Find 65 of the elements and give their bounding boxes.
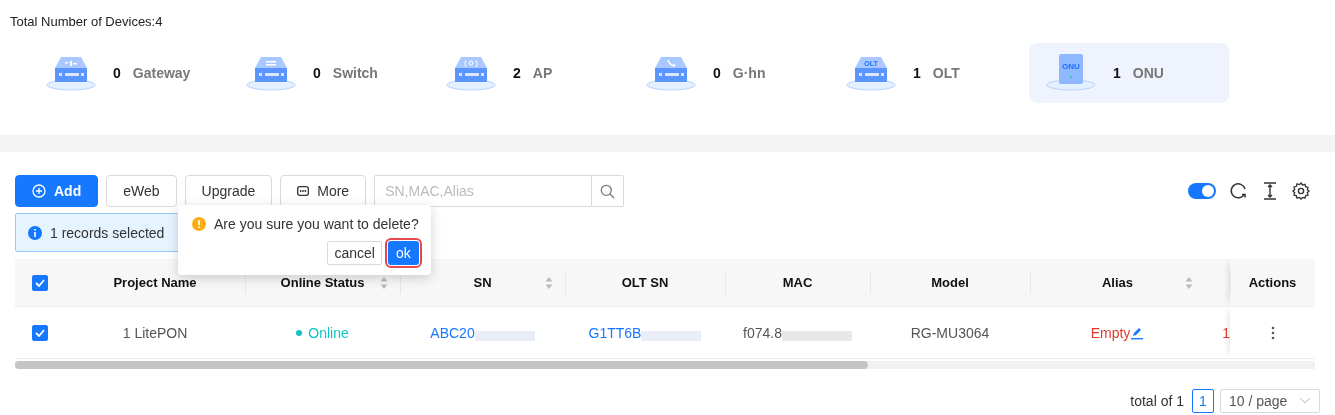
device-type-label: Gateway <box>132 65 191 81</box>
edit-icon[interactable] <box>1130 325 1145 340</box>
row-checkbox[interactable] <box>32 324 48 341</box>
device-count: 1 <box>913 65 921 81</box>
search-field[interactable]: SN,MAC,Alias <box>374 175 593 207</box>
column-header: OLT SN <box>621 275 669 290</box>
column-header: Actions <box>1248 275 1297 290</box>
search-icon <box>600 183 616 199</box>
device-total-label: Total Number of Devices:4 <box>10 14 164 29</box>
device-type-label: Switch <box>332 65 378 81</box>
table-cell: 1 LitePON <box>122 324 188 341</box>
sn-link[interactable]: ABC20 <box>430 324 475 341</box>
device-count: 0 <box>713 65 721 81</box>
pagination-total: total of 1 <box>1130 393 1184 409</box>
device-type-card[interactable]: 0 Gateway <box>29 43 229 103</box>
device-count: 1 <box>1113 65 1121 81</box>
status-text: Online <box>308 324 349 341</box>
device-type-label: AP <box>532 65 553 81</box>
chevron-down-icon <box>1299 397 1311 405</box>
refresh-icon[interactable] <box>1230 182 1248 200</box>
selection-count-text: 1 records selected <box>50 224 165 241</box>
table-cell: RG-MU3064 <box>910 324 990 341</box>
confirm-message: Are you sure you want to delete? <box>214 216 419 232</box>
checkmark-icon <box>35 278 45 287</box>
device-count: 0 <box>113 65 121 81</box>
more-button[interactable]: More <box>280 175 367 207</box>
settings-icon[interactable] <box>1292 182 1310 200</box>
ok-button[interactable]: ok <box>387 241 419 265</box>
column-header: Project Name <box>113 275 197 290</box>
horizontal-scrollbar[interactable] <box>15 361 1315 369</box>
row-height-icon[interactable] <box>1262 182 1278 200</box>
olt-sn-link[interactable]: G1TT6B <box>588 324 642 341</box>
alias-text: Empty <box>1090 324 1131 341</box>
cancel-button[interactable]: cancel <box>327 241 382 265</box>
search-button[interactable] <box>592 175 625 207</box>
page-button[interactable]: 1 <box>1192 389 1214 413</box>
device-type-card[interactable]: 2 AP <box>429 43 629 103</box>
warning-icon <box>192 217 206 231</box>
device-type-label: ONU <box>1132 65 1164 81</box>
checkmark-icon <box>35 328 45 337</box>
page-size-select[interactable]: 10 / page <box>1220 389 1320 413</box>
device-type-card[interactable]: 0 G·hn <box>629 43 829 103</box>
table-cell: f074.8 <box>743 324 782 341</box>
plus-circle-icon <box>32 184 46 198</box>
ellipsis-icon <box>297 185 310 197</box>
device-count: 0 <box>313 65 321 81</box>
info-icon <box>28 225 42 240</box>
sort-icon[interactable] <box>380 275 388 290</box>
device-count: 2 <box>513 65 521 81</box>
column-header: Model <box>931 275 969 290</box>
device-type-label: G·hn <box>732 65 766 81</box>
column-header: Online Status <box>280 275 365 290</box>
column-header: MAC <box>782 275 813 290</box>
device-type-card[interactable]: ONU 1 ONU <box>1029 43 1229 103</box>
toolbar-button[interactable]: eWeb <box>106 175 177 207</box>
toolbar-button[interactable]: Upgrade <box>184 175 273 207</box>
more-actions-icon[interactable] <box>1270 325 1275 340</box>
toggle-switch[interactable] <box>1188 183 1216 199</box>
column-header: SN <box>473 275 492 290</box>
column-header: Alias <box>1101 275 1134 290</box>
device-type-label: OLT <box>932 65 960 81</box>
device-type-card[interactable]: 0 Switch <box>229 43 429 103</box>
select-all-checkbox[interactable] <box>32 274 48 291</box>
table-cell: 1 <box>1222 324 1230 341</box>
add-button[interactable]: Add <box>15 175 99 207</box>
